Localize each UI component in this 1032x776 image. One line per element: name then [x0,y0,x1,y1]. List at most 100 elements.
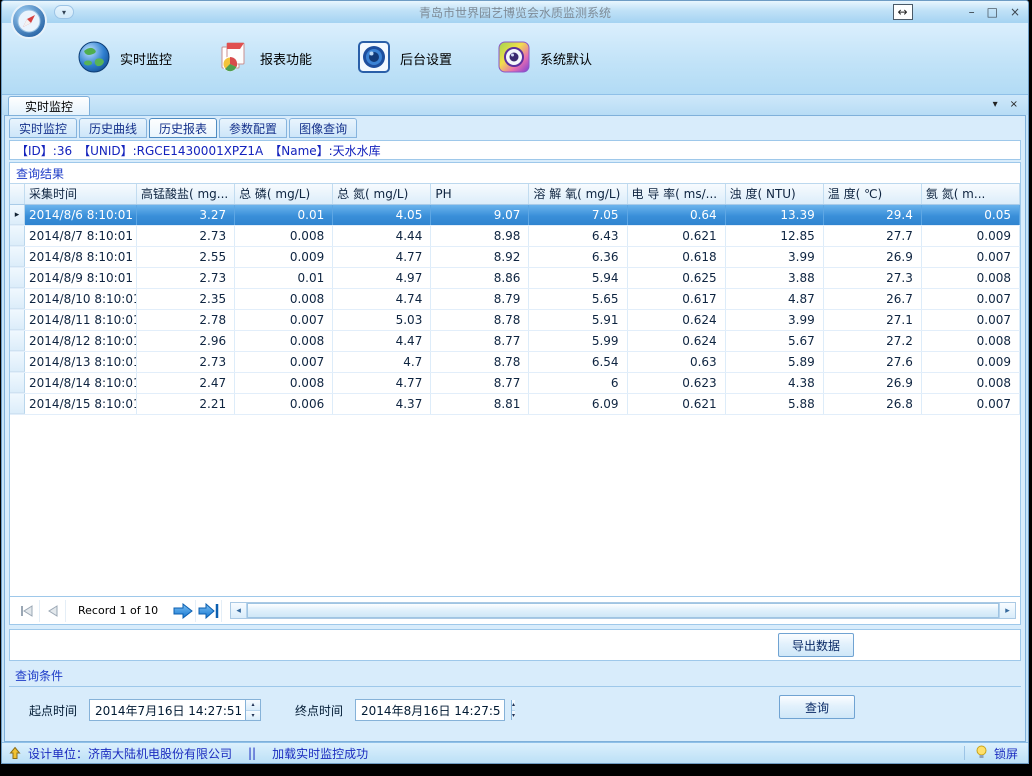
scroll-thumb[interactable] [247,603,999,618]
cell-value: 2.55 [137,247,235,267]
first-record-button[interactable] [14,600,40,622]
sub-tab-1[interactable]: 实时监控 [9,118,77,138]
first-record-icon [19,604,35,618]
spin-up-icon[interactable]: ▴ [246,700,260,711]
column-header-4[interactable]: PH [431,184,529,204]
sub-tab-3[interactable]: 历史报表 [149,118,217,138]
cell-value: 4.05 [333,205,431,225]
toolbar-report-button[interactable]: 报表功能 [208,35,320,83]
table-row[interactable]: ▸2014/8/6 8:10:013.270.014.059.077.050.6… [10,205,1020,226]
start-time-input[interactable] [90,700,245,720]
lock-screen-button[interactable]: 锁屏 [994,745,1018,762]
scroll-left-icon[interactable]: ◂ [231,603,247,618]
export-band: 导出数据 [9,629,1021,661]
start-time-label: 起点时间 [29,702,77,719]
toolbar-settings-button[interactable]: 后台设置 [348,35,460,83]
cell-value: 0.008 [922,331,1020,351]
column-header-1[interactable]: 高锰酸盐( mg... [137,184,235,204]
cell-value: 0.009 [235,247,333,267]
toolbar-realtime-button[interactable]: 实时监控 [68,35,180,83]
conditions-row: 起点时间 ▴ ▾ 终点时间 ▴ ▾ [29,699,505,721]
close-button[interactable]: × [1010,4,1020,20]
cell-value: 2.21 [137,394,235,414]
cell-value: 0.009 [922,226,1020,246]
row-indicator [10,352,25,372]
cell-value: 0.009 [922,352,1020,372]
column-header-6[interactable]: 电 导 率( ms/... [628,184,726,204]
table-row[interactable]: 2014/8/7 8:10:012.730.0084.448.986.430.6… [10,226,1020,247]
minimize-button[interactable]: – [969,4,975,20]
document-tab-realtime[interactable]: 实时监控 [8,96,90,115]
cell-value: 4.47 [333,331,431,351]
table-row[interactable]: 2014/8/9 8:10:012.730.014.978.865.940.62… [10,268,1020,289]
toolbar-report-label: 报表功能 [260,49,312,68]
tab-dropdown-icon[interactable]: ▾ [993,99,998,110]
cell-time: 2014/8/13 8:10:01 [25,352,137,372]
table-row[interactable]: 2014/8/12 8:10:012.960.0084.478.775.990.… [10,331,1020,352]
resize-toggle-icon[interactable]: ↔ [893,4,913,20]
table-row[interactable]: 2014/8/10 8:10:012.350.0084.748.795.650.… [10,289,1020,310]
next-record-button[interactable] [170,600,196,622]
end-time-field[interactable]: ▴ ▾ [355,699,505,721]
table-row[interactable]: 2014/8/8 8:10:012.550.0094.778.926.360.6… [10,247,1020,268]
cell-value: 2.78 [137,310,235,330]
horizontal-scrollbar[interactable]: ◂ ▸ [230,602,1016,619]
table-row[interactable]: 2014/8/11 8:10:012.780.0075.038.785.910.… [10,310,1020,331]
cell-value: 0.64 [628,205,726,225]
start-time-field[interactable]: ▴ ▾ [89,699,261,721]
cell-value: 3.99 [726,247,824,267]
query-button[interactable]: 查询 [779,695,855,719]
cell-value: 8.77 [431,373,529,393]
spin-down-icon[interactable]: ▾ [246,711,260,721]
spin-up-icon[interactable]: ▴ [512,700,515,711]
table-body: ▸2014/8/6 8:10:013.270.014.059.077.050.6… [10,205,1020,596]
cell-value: 4.74 [333,289,431,309]
cell-value: 4.44 [333,226,431,246]
column-header-3[interactable]: 总 氮( mg/L) [333,184,431,204]
cell-value: 5.91 [529,310,627,330]
app-window: ▾ 青岛市世界园艺博览会水质监测系统 ↔ – □ × [1,0,1029,764]
compass-app-icon[interactable] [10,2,48,44]
status-separator: || [248,746,256,760]
column-header-5[interactable]: 溶 解 氧( mg/L) [529,184,627,204]
title-bar: ▾ 青岛市世界园艺博览会水质监测系统 ↔ – □ × [2,1,1028,23]
system-icon [496,39,532,79]
prev-record-icon [45,604,61,618]
cell-value: 0.008 [922,373,1020,393]
cell-value: 26.9 [824,247,922,267]
table-row[interactable]: 2014/8/15 8:10:012.210.0064.378.816.090.… [10,394,1020,415]
spin-down-icon[interactable]: ▾ [512,711,515,721]
sub-tab-2[interactable]: 历史曲线 [79,118,147,138]
cell-value: 0.008 [922,268,1020,288]
status-arrow-icon [8,746,22,760]
column-header-2[interactable]: 总 磷( mg/L) [235,184,333,204]
last-record-button[interactable] [196,600,222,622]
cell-value: 2.73 [137,268,235,288]
tab-close-icon[interactable]: × [1010,99,1018,110]
scroll-right-icon[interactable]: ▸ [999,603,1015,618]
end-time-input[interactable] [356,700,511,720]
column-header-8[interactable]: 温 度( ℃) [824,184,922,204]
column-header-0[interactable]: 采集时间 [25,184,137,204]
record-count-label: Record 1 of 10 [66,604,170,617]
cell-value: 27.3 [824,268,922,288]
status-bar: 设计单位：济南大陆机电股份有限公司 || 加载实时监控成功 锁屏 [2,742,1028,763]
maximize-button[interactable]: □ [987,4,998,20]
cell-value: 8.98 [431,226,529,246]
cell-value: 4.77 [333,247,431,267]
sub-tab-4[interactable]: 参数配置 [219,118,287,138]
column-header-9[interactable]: 氨 氮( m... [922,184,1020,204]
table-row[interactable]: 2014/8/14 8:10:012.470.0084.778.7760.623… [10,373,1020,394]
table-row[interactable]: 2014/8/13 8:10:012.730.0074.78.786.540.6… [10,352,1020,373]
prev-record-button[interactable] [40,600,66,622]
window-title: 青岛市世界园艺博览会水质监测系统 [2,4,1028,21]
start-time-spinner[interactable]: ▴ ▾ [245,700,260,720]
end-time-spinner[interactable]: ▴ ▾ [511,700,515,720]
cell-time: 2014/8/11 8:10:01 [25,310,137,330]
export-data-button[interactable]: 导出数据 [778,633,854,657]
column-header-7[interactable]: 浊 度( NTU) [726,184,824,204]
toolbar-default-button[interactable]: 系统默认 [488,35,600,83]
cell-value: 0.008 [235,373,333,393]
sub-tab-5[interactable]: 图像查询 [289,118,357,138]
cell-value: 0.01 [235,268,333,288]
